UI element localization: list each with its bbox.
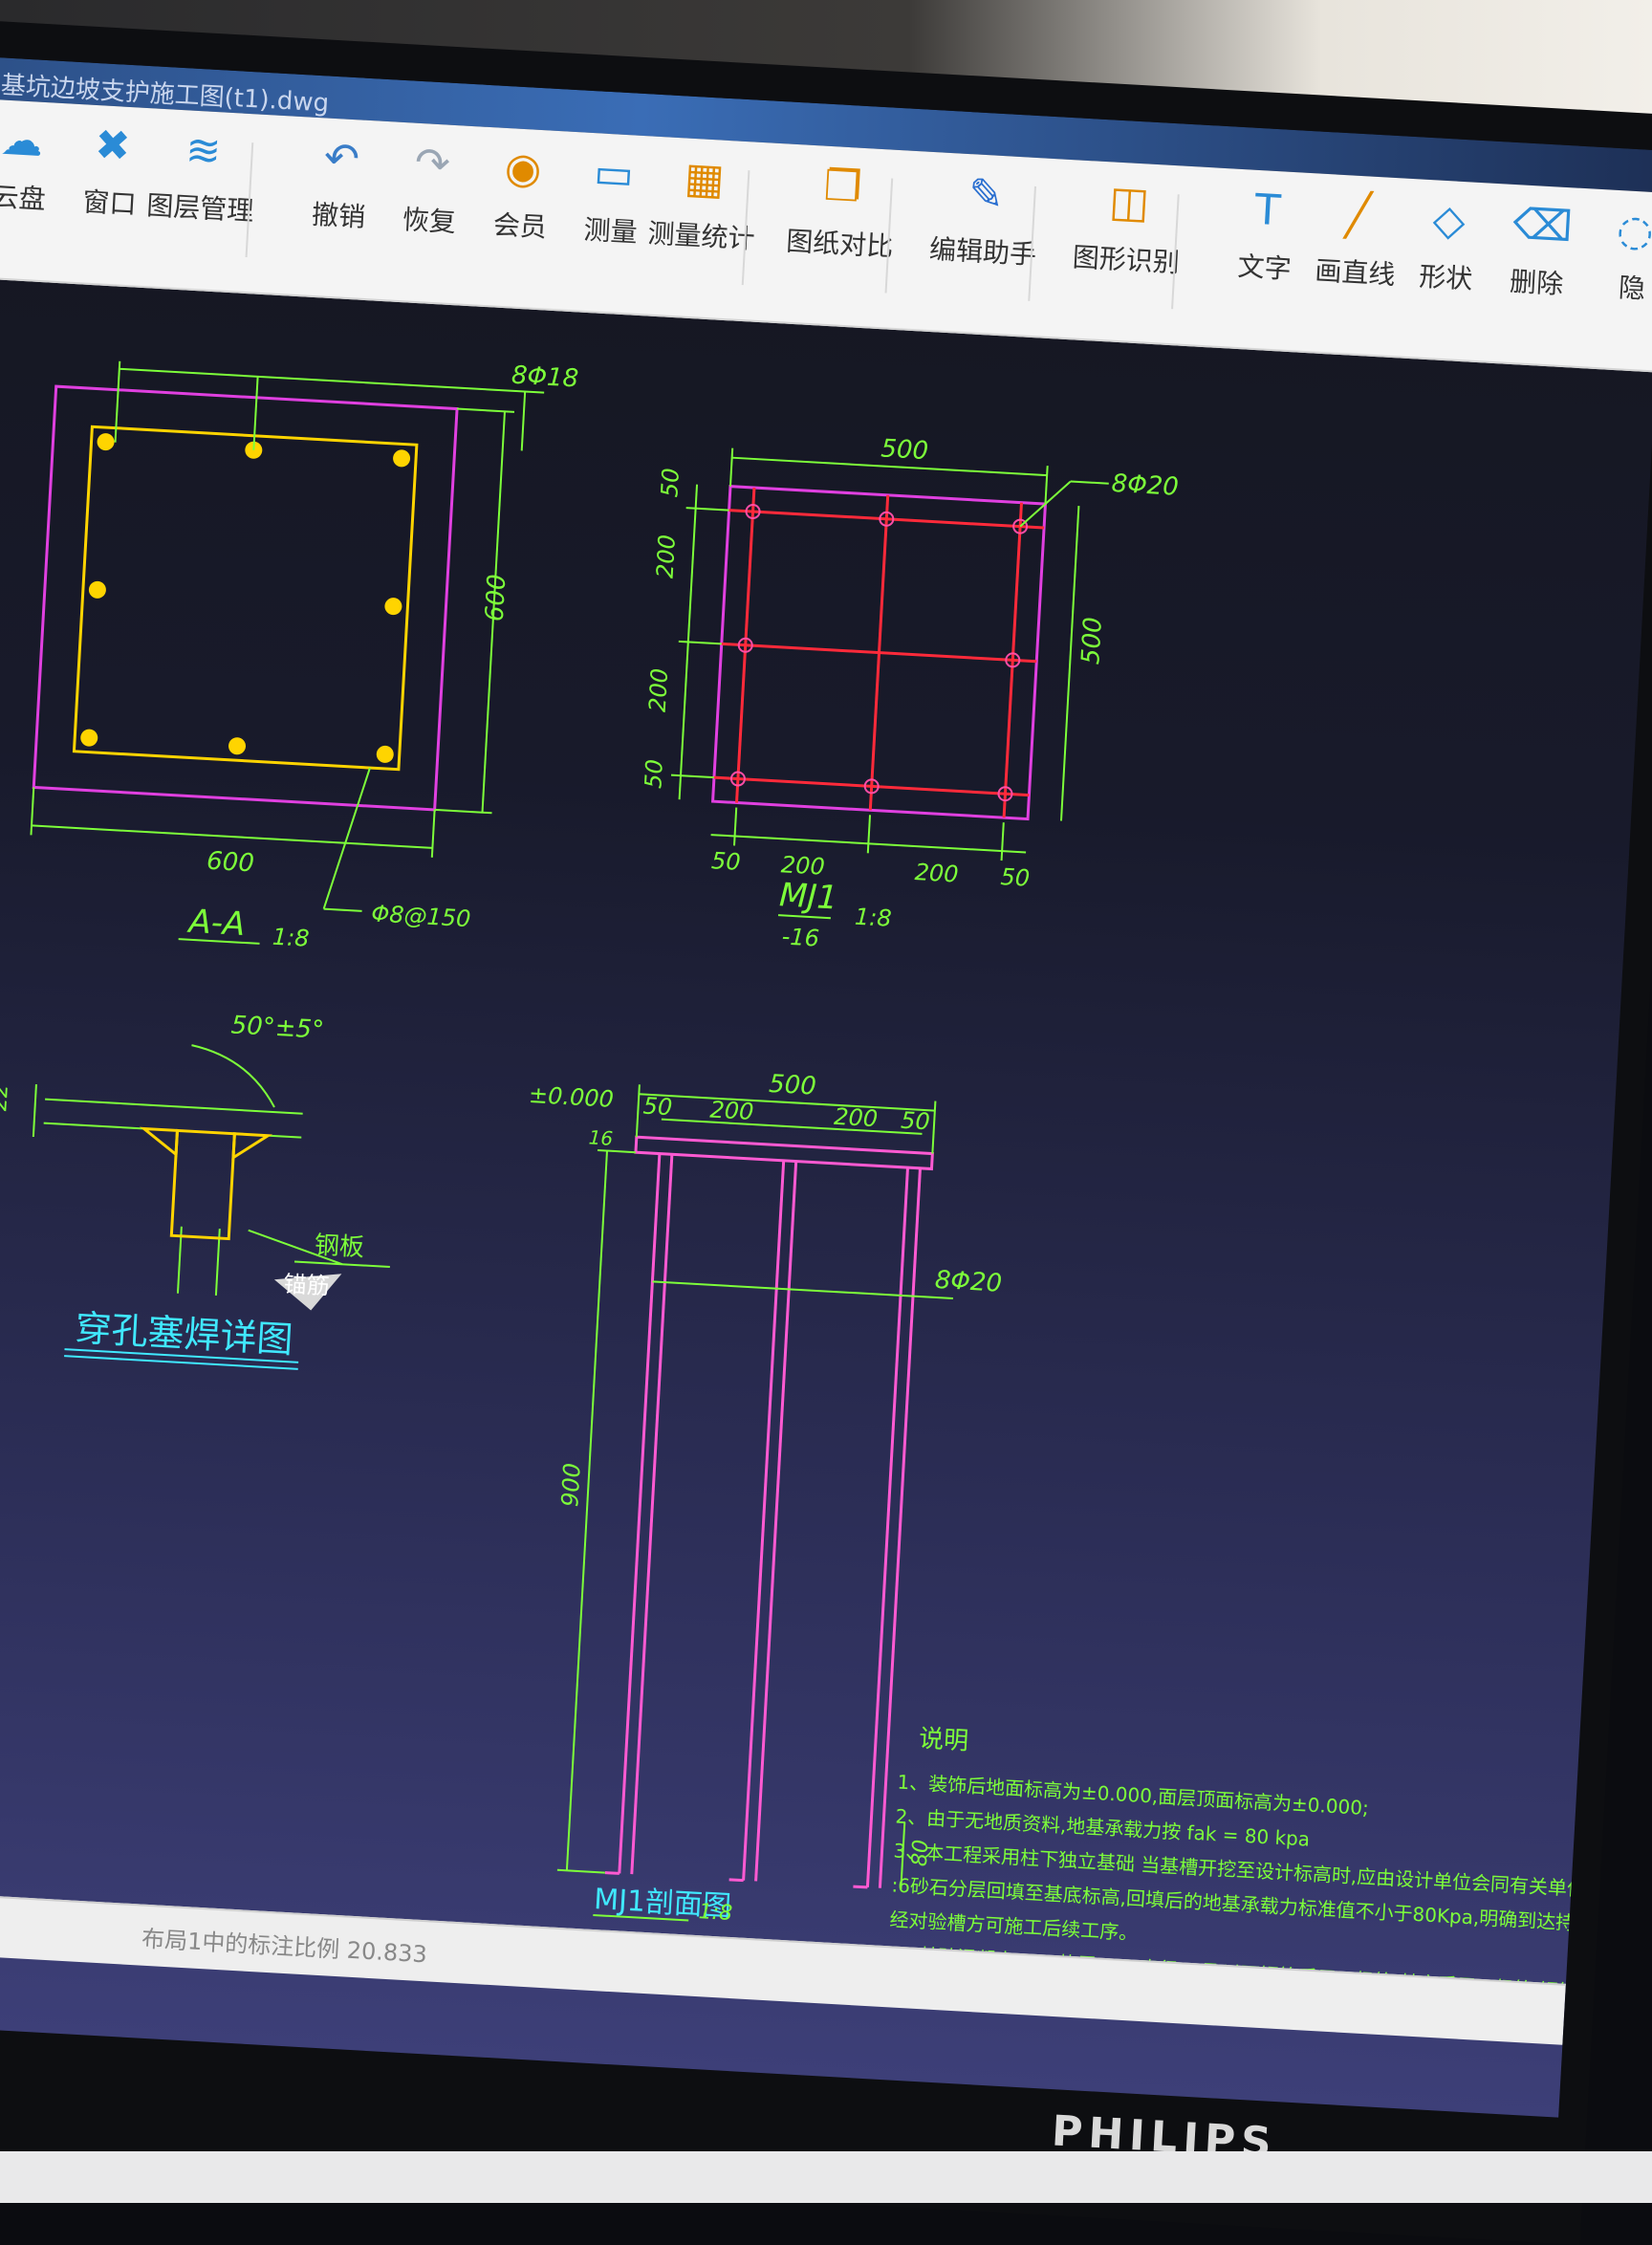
line-icon: ╱ <box>1344 190 1373 241</box>
toolbar-label: 形状 <box>1418 260 1474 295</box>
eraser-icon: ⌫ <box>1511 199 1575 252</box>
toolbar-label: 删除 <box>1509 265 1565 300</box>
toolbar-label: 隐 <box>1618 272 1646 305</box>
layers-icon: ≋ <box>184 125 223 177</box>
toolbar-label: 图纸对比 <box>785 225 895 263</box>
sec-elev: ±0.000 <box>528 1081 614 1113</box>
weld-rebar: 锚筋 <box>283 1271 330 1300</box>
redo-icon: ↷ <box>413 138 452 189</box>
toolbar-label: 撤销 <box>311 198 367 233</box>
mj1-dim-top: 500 <box>880 434 929 466</box>
sec-d50a: 50 <box>642 1093 673 1122</box>
section-aa-stirrup: Φ8@150 <box>371 900 471 932</box>
weld-detail-drawing: 50°±5° 22 钢板 锚筋 穿孔塞焊详图 <box>0 1011 390 1370</box>
notes-line: 经对验槽方可施工后续工序。 <box>889 1907 1139 1944</box>
mj1-dim-right: 500 <box>1076 617 1108 665</box>
sec-d200a: 200 <box>709 1096 754 1125</box>
weld-angle: 50°±5° <box>230 1011 325 1044</box>
notes-title: 说明 <box>918 1725 969 1756</box>
toolbar-label: 测量统计 <box>646 217 756 255</box>
mj1-d50a: 50 <box>656 468 685 498</box>
undo-icon: ↶ <box>322 133 361 185</box>
toolbar-button-7[interactable]: ▦ 测量统计 <box>634 149 773 258</box>
mj1-b200b: 200 <box>914 859 959 888</box>
weld-steel-plate: 钢板 <box>314 1231 365 1263</box>
screen: ...基坑边坡支护施工图(t1).dwg ☁ 云盘 ✖ 窗口 ≋ 图层管理 ↶ 撤销 ↷ 恢复 ◉ 会… <box>0 54 1652 2118</box>
sec-d50b: 50 <box>900 1107 930 1136</box>
ruler-icon: ▭ <box>592 148 636 200</box>
section-aa-scale: 1:8 <box>272 924 310 952</box>
section-aa-title: A-A <box>186 903 247 944</box>
mj1-title: MJ1 <box>778 876 838 917</box>
weld-dim: 22 <box>0 1083 13 1111</box>
mj1-b50b: 50 <box>1000 863 1031 892</box>
sec-rebar: 8Φ20 <box>934 1266 1003 1298</box>
weld-title: 穿孔塞焊详图 <box>75 1307 294 1362</box>
toolbar-label: 图层管理 <box>145 189 255 228</box>
section-aa-dim-w: 600 <box>206 847 254 879</box>
mj1-plan-drawing: 500 8Φ20 500 50 200 200 50 50 200 200 50… <box>640 434 1180 951</box>
shapes-icon: ◇ <box>1431 195 1467 247</box>
toolbar-label: 编辑助手 <box>928 232 1037 272</box>
cad-canvas[interactable]: 8Φ18 600 600 Φ8@150 A-A 1:8 500 8Φ20 500… <box>0 275 1652 1984</box>
hide-icon: ◌ <box>1615 206 1652 257</box>
section-aa-dim-h: 600 <box>481 574 512 622</box>
monitor: ...基坑边坡支护施工图(t1).dwg ☁ 云盘 ✖ 窗口 ≋ 图层管理 ↶ 撤销 ↷ 恢复 ◉ 会… <box>0 19 1652 2245</box>
mj1-d50b: 50 <box>640 758 668 789</box>
sec-thickness: 16 <box>588 1125 614 1149</box>
mj1-scale: 1:8 <box>854 904 892 932</box>
sec-d500: 500 <box>768 1070 816 1101</box>
sec-d200b: 200 <box>834 1103 879 1133</box>
toolbar-label: 恢复 <box>402 204 457 239</box>
sec-length: 900 <box>556 1462 586 1507</box>
toolbar-label: 图形识别 <box>1071 241 1181 279</box>
toolbar-label: 会员 <box>491 208 548 244</box>
toolbar-button-15[interactable]: ◌ 隐 <box>1564 201 1652 310</box>
cloud-icon: ☁ <box>0 115 45 166</box>
edit-assistant-icon: ✎ <box>967 169 1006 221</box>
shape-recognition-icon: ◫ <box>1108 177 1151 229</box>
measure-stats-icon: ▦ <box>683 153 727 205</box>
window-icon: ✖ <box>94 120 132 172</box>
mj1-sub: -16 <box>781 923 820 951</box>
design-notes: 说明 1、装饰后地面标高为±0.000,面层顶面标高为±0.000;2、由于无地… <box>885 1725 1652 1984</box>
vip-icon: ◉ <box>503 142 543 195</box>
mj1-b50a: 50 <box>710 847 741 876</box>
text-icon: T <box>1253 185 1282 236</box>
desk-surface <box>0 2151 1652 2203</box>
mj1-d200b: 200 <box>644 667 674 712</box>
toolbar-label: 文字 <box>1236 250 1293 286</box>
sec-scale: 1:8 <box>698 1900 733 1926</box>
status-text: 布局1中的标注比例 20.833 <box>141 1925 428 1969</box>
mj1-d200a: 200 <box>652 534 682 578</box>
toolbar-label: 测量 <box>582 213 639 249</box>
section-aa-rebar: 8Φ18 <box>511 361 579 394</box>
compare-icon: ❐ <box>822 161 863 212</box>
toolbar-label: 窗口 <box>81 185 138 221</box>
section-aa-drawing: 8Φ18 600 600 Φ8@150 A-A 1:8 <box>30 361 579 952</box>
toolbar-label: 云盘 <box>0 181 47 216</box>
mj1-rebar: 8Φ20 <box>1111 469 1180 502</box>
